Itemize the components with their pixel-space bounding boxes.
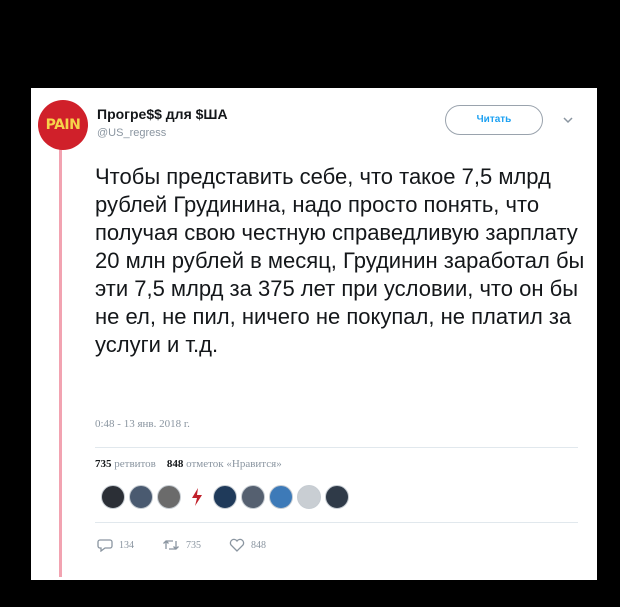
liker-avatar[interactable]	[157, 485, 181, 509]
chevron-down-icon[interactable]	[561, 113, 575, 125]
avatar[interactable]: PAIN	[38, 100, 88, 150]
engagement-stats: 735 ретвитов 848 отметок «Нравится»	[95, 458, 282, 470]
retweet-label[interactable]: ретвитов	[114, 458, 156, 470]
reply-icon	[97, 538, 113, 552]
reply-button[interactable]: 134	[97, 538, 134, 552]
like-action-count: 848	[251, 539, 266, 551]
tweet-timestamp[interactable]: 0:48 - 13 янв. 2018 г.	[95, 418, 190, 430]
user-handle[interactable]: @US_regress	[97, 127, 166, 139]
like-button[interactable]: 848	[229, 538, 266, 552]
retweet-count[interactable]: 735	[95, 458, 112, 470]
liker-avatar[interactable]	[297, 485, 321, 509]
display-name[interactable]: Прогре$$ для $ША	[97, 106, 228, 122]
likers-avatars	[101, 485, 349, 513]
liker-avatar[interactable]	[213, 485, 237, 509]
divider	[95, 522, 578, 523]
liker-avatar[interactable]	[269, 485, 293, 509]
heart-icon	[229, 538, 245, 552]
like-label[interactable]: отметок «Нравится»	[186, 458, 282, 470]
divider	[95, 447, 578, 448]
tweet-actions: 134 735 848	[97, 538, 294, 552]
liker-avatar[interactable]	[241, 485, 265, 509]
liker-avatar[interactable]	[101, 485, 125, 509]
liker-avatar[interactable]	[129, 485, 153, 509]
liker-avatar[interactable]	[185, 485, 209, 509]
tweet-text: Чтобы представить себе, что такое 7,5 мл…	[95, 164, 585, 357]
avatar-logo-text: PAIN	[45, 117, 81, 133]
like-count[interactable]: 848	[167, 458, 184, 470]
thread-rail	[59, 145, 62, 577]
follow-button[interactable]: Читать	[445, 105, 543, 135]
retweet-button[interactable]: 735	[162, 538, 201, 552]
liker-avatar[interactable]	[325, 485, 349, 509]
reply-count: 134	[119, 539, 134, 551]
retweet-icon	[162, 538, 180, 552]
retweet-action-count: 735	[186, 539, 201, 551]
